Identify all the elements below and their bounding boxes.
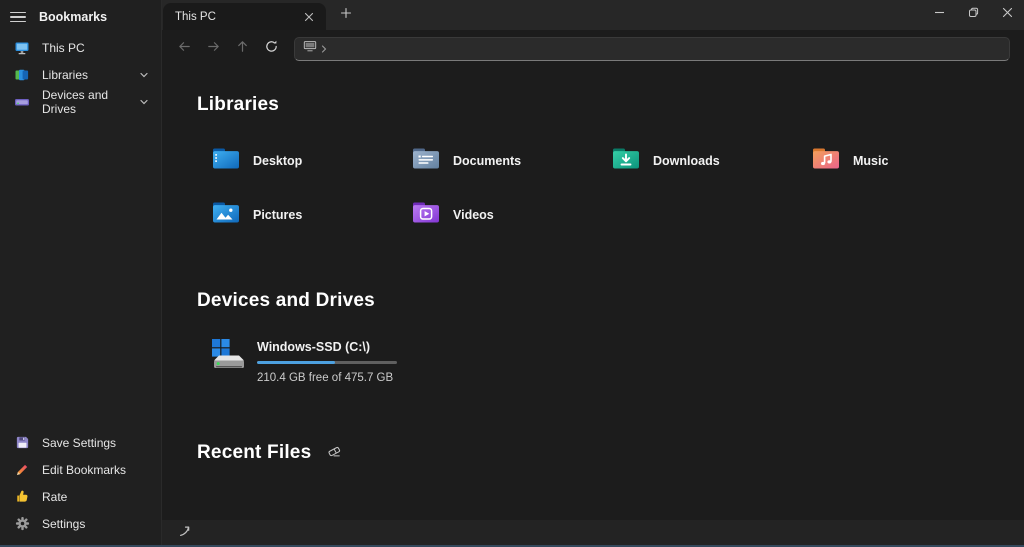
new-tab-button[interactable] bbox=[332, 2, 360, 28]
gear-icon bbox=[14, 516, 30, 532]
monitor-icon bbox=[303, 39, 317, 58]
library-item-label: Desktop bbox=[253, 154, 302, 168]
breadcrumb-chevron-icon bbox=[320, 40, 328, 58]
library-item-videos[interactable]: Videos bbox=[410, 195, 504, 235]
refresh-button[interactable] bbox=[257, 35, 286, 63]
tab-title: This PC bbox=[175, 11, 216, 23]
recent-files-heading-text: Recent Files bbox=[197, 442, 311, 464]
window-controls bbox=[922, 0, 1024, 28]
chevron-down-icon[interactable] bbox=[139, 97, 149, 107]
content-area: Libraries bbox=[162, 67, 1024, 520]
library-item-label: Videos bbox=[453, 208, 494, 222]
sidebar-item-label: Libraries bbox=[42, 68, 88, 82]
sidebar-item-label: Rate bbox=[42, 490, 67, 504]
sidebar-item-settings[interactable]: Settings bbox=[0, 510, 161, 537]
hard-drive-icon bbox=[209, 336, 247, 377]
libraries-grid: Desktop bbox=[210, 134, 1024, 242]
close-icon bbox=[1002, 5, 1013, 23]
music-folder-icon bbox=[812, 147, 840, 175]
pencil-icon bbox=[14, 462, 30, 478]
devices-heading-text: Devices and Drives bbox=[197, 290, 375, 312]
thumbs-up-icon bbox=[14, 489, 30, 505]
sidebar-item-save-settings[interactable]: Save Settings bbox=[0, 429, 161, 456]
sidebar-item-libraries[interactable]: Libraries bbox=[0, 61, 161, 88]
pictures-folder-icon bbox=[212, 201, 240, 229]
sidebar-item-label: This PC bbox=[42, 41, 85, 55]
floppy-icon bbox=[14, 435, 30, 451]
close-button[interactable] bbox=[990, 0, 1024, 28]
status-bar bbox=[162, 520, 1024, 547]
drive-meta: Windows-SSD (C:\) 210.4 GB free of 475.7… bbox=[257, 336, 397, 384]
libraries-heading: Libraries bbox=[197, 94, 1024, 116]
tab-this-pc[interactable]: This PC bbox=[163, 3, 326, 30]
up-button[interactable] bbox=[228, 35, 257, 63]
library-icon bbox=[14, 67, 30, 83]
drive-usage-fill bbox=[257, 361, 335, 364]
eraser-icon bbox=[327, 442, 341, 464]
library-item-label: Pictures bbox=[253, 208, 302, 222]
address-bar[interactable] bbox=[294, 37, 1010, 61]
documents-folder-icon bbox=[412, 147, 440, 175]
recent-files-heading: Recent Files bbox=[197, 442, 1024, 464]
libraries-heading-text: Libraries bbox=[197, 94, 279, 116]
videos-folder-icon bbox=[412, 201, 440, 229]
minimize-icon bbox=[934, 5, 945, 23]
sidebar-item-label: Devices and Drives bbox=[42, 88, 127, 116]
monitor-icon bbox=[14, 40, 30, 56]
sidebar-item-this-pc[interactable]: This PC bbox=[0, 34, 161, 61]
sidebar-item-label: Edit Bookmarks bbox=[42, 463, 126, 477]
library-item-pictures[interactable]: Pictures bbox=[210, 195, 312, 235]
arrow-left-icon bbox=[177, 39, 192, 59]
tab-close-icon[interactable] bbox=[300, 8, 318, 26]
drive-name: Windows-SSD (C:\) bbox=[257, 340, 397, 354]
desktop-folder-icon bbox=[212, 147, 240, 175]
library-item-documents[interactable]: Documents bbox=[410, 141, 531, 181]
refresh-icon bbox=[264, 39, 279, 59]
drive-icon bbox=[14, 94, 30, 110]
navigation-bar bbox=[162, 30, 1024, 67]
sidebar-header: Bookmarks bbox=[0, 0, 161, 34]
back-button[interactable] bbox=[170, 35, 199, 63]
minimize-button[interactable] bbox=[922, 0, 956, 28]
library-item-label: Music bbox=[853, 154, 888, 168]
sidebar-footer: Save Settings Edit Bookmarks bbox=[0, 429, 161, 537]
tab-strip: This PC bbox=[162, 0, 1024, 30]
file-manager-window: Bookmarks This PC Librari bbox=[0, 0, 1024, 547]
arrow-up-icon bbox=[235, 39, 250, 59]
main-area: This PC bbox=[162, 0, 1024, 547]
arrow-right-icon bbox=[206, 39, 221, 59]
expand-preview-button[interactable] bbox=[172, 523, 198, 545]
chevron-down-icon[interactable] bbox=[139, 70, 149, 80]
sidebar-item-edit-bookmarks[interactable]: Edit Bookmarks bbox=[0, 456, 161, 483]
restore-icon bbox=[968, 5, 979, 23]
drive-usage-bar bbox=[257, 361, 397, 364]
sidebar-item-rate[interactable]: Rate bbox=[0, 483, 161, 510]
plus-icon bbox=[340, 6, 352, 24]
hamburger-menu-icon[interactable] bbox=[10, 12, 26, 23]
clear-recent-button[interactable] bbox=[323, 442, 345, 464]
sidebar-item-label: Save Settings bbox=[42, 436, 116, 450]
devices-heading: Devices and Drives bbox=[197, 290, 1024, 312]
sidebar-title: Bookmarks bbox=[39, 10, 107, 24]
restore-button[interactable] bbox=[956, 0, 990, 28]
sidebar: Bookmarks This PC Librari bbox=[0, 0, 162, 547]
library-item-label: Documents bbox=[453, 154, 521, 168]
downloads-folder-icon bbox=[612, 147, 640, 175]
library-item-label: Downloads bbox=[653, 154, 720, 168]
library-item-music[interactable]: Music bbox=[810, 141, 898, 181]
sidebar-item-label: Settings bbox=[42, 517, 85, 531]
drive-capacity-text: 210.4 GB free of 475.7 GB bbox=[257, 372, 397, 384]
library-item-desktop[interactable]: Desktop bbox=[210, 141, 312, 181]
arrow-up-right-icon bbox=[178, 524, 192, 543]
forward-button[interactable] bbox=[199, 35, 228, 63]
sidebar-item-devices-and-drives[interactable]: Devices and Drives bbox=[0, 88, 161, 115]
library-item-downloads[interactable]: Downloads bbox=[610, 141, 730, 181]
drive-item-windows-ssd[interactable]: Windows-SSD (C:\) 210.4 GB free of 475.7… bbox=[207, 334, 405, 388]
